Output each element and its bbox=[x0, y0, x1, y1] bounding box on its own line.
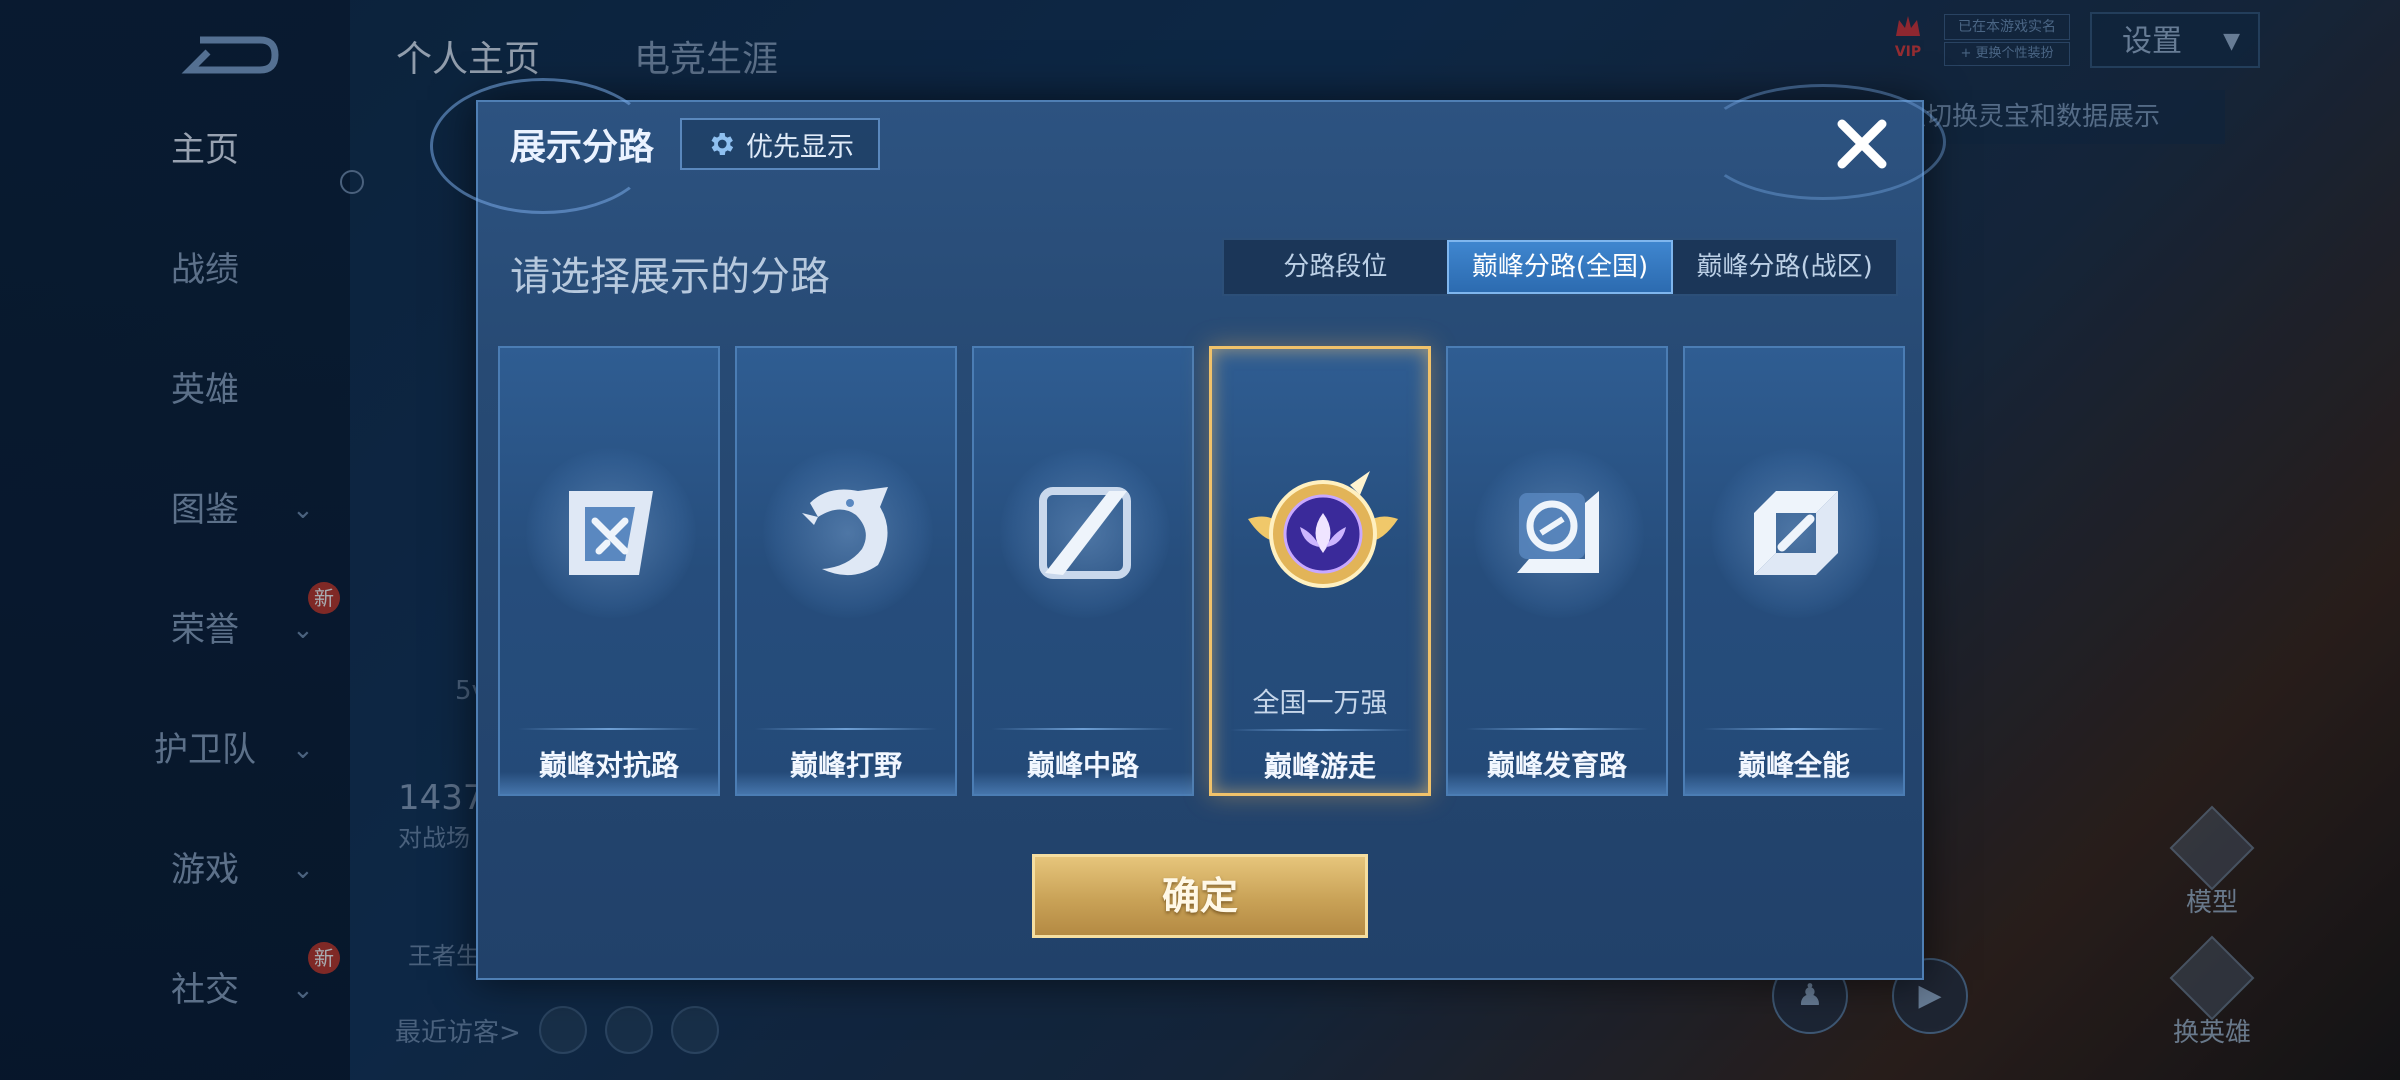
card-glow bbox=[737, 772, 955, 794]
clash-lane-icon bbox=[569, 491, 653, 575]
card-glow bbox=[500, 772, 718, 794]
close-icon bbox=[1837, 119, 1887, 169]
card-divider bbox=[755, 728, 937, 730]
card-divider bbox=[992, 728, 1174, 730]
ranking-scope-tabs: 分路段位 巅峰分路(全国) 巅峰分路(战区) bbox=[1222, 238, 1898, 296]
card-glow bbox=[974, 772, 1192, 794]
confirm-button[interactable]: 确定 bbox=[1032, 854, 1368, 938]
card-divider bbox=[1230, 729, 1412, 731]
tab-peak-lane-region[interactable]: 巅峰分路(战区) bbox=[1673, 240, 1896, 294]
roam-gold-emblem-icon bbox=[1248, 471, 1398, 588]
dialog-title: 展示分路 bbox=[510, 127, 655, 168]
lane-card-mid[interactable]: 巅峰中路 bbox=[972, 346, 1194, 796]
tab-lane-rank[interactable]: 分路段位 bbox=[1224, 240, 1447, 294]
decorative-swirl bbox=[1700, 84, 1946, 200]
lane-card-jungle[interactable]: 巅峰打野 bbox=[735, 346, 957, 796]
close-button[interactable] bbox=[1832, 114, 1892, 174]
tab-peak-lane-national[interactable]: 巅峰分路(全国) bbox=[1446, 240, 1674, 294]
lane-card-roam[interactable]: 全国一万强 巅峰游走 bbox=[1209, 346, 1431, 796]
jungle-dragon-icon bbox=[802, 487, 888, 576]
all-round-icon bbox=[1754, 491, 1838, 575]
card-divider bbox=[1703, 728, 1885, 730]
lane-rank-text: 全国一万强 bbox=[1252, 688, 1388, 719]
card-glow bbox=[1448, 772, 1666, 794]
dialog-subtitle: 请选择展示的分路 bbox=[510, 254, 830, 300]
card-glow bbox=[1685, 772, 1903, 794]
card-divider bbox=[518, 728, 700, 730]
mid-lane-icon bbox=[1039, 487, 1131, 579]
lane-card-allround[interactable]: 巅峰全能 bbox=[1683, 346, 1905, 796]
farm-lane-icon bbox=[1517, 491, 1599, 573]
priority-display-button[interactable]: 优先显示 bbox=[680, 118, 880, 170]
priority-display-label: 优先显示 bbox=[746, 131, 854, 163]
lane-card-clash[interactable]: 巅峰对抗路 bbox=[498, 346, 720, 796]
lane-name: 巅峰游走 bbox=[1263, 750, 1376, 783]
lane-card-farm[interactable]: 巅峰发育路 bbox=[1446, 346, 1668, 796]
gear-icon bbox=[711, 133, 734, 155]
card-divider bbox=[1466, 728, 1648, 730]
